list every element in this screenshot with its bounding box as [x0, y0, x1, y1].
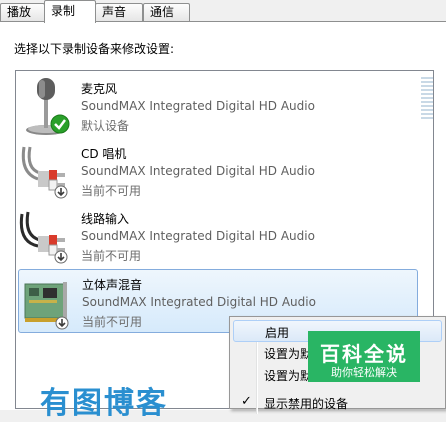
device-item-microphone[interactable]: 麦克风 SoundMAX Integrated Digital HD Audio…	[18, 74, 418, 138]
device-status: 当前不可用	[82, 315, 143, 329]
device-driver: SoundMAX Integrated Digital HD Audio	[81, 164, 315, 178]
device-status: 当前不可用	[81, 184, 142, 198]
unavailable-arrow-icon	[54, 185, 68, 199]
tab-communications[interactable]: 通信	[143, 3, 190, 21]
watermark-subtitle: 助你轻松解决	[331, 366, 397, 379]
instruction-text: 选择以下录制设备来修改设置:	[14, 42, 175, 56]
device-name: 立体声混音	[82, 278, 143, 292]
microphone-icon	[18, 74, 74, 138]
watermark-logo: 百科全说 助你轻松解决	[308, 331, 420, 382]
unavailable-arrow-icon	[54, 250, 68, 264]
menu-item-label: 启用	[265, 326, 290, 340]
sound-card-icon	[19, 270, 75, 334]
device-name: 线路输入	[81, 212, 130, 226]
device-driver: SoundMAX Integrated Digital HD Audio	[82, 295, 316, 309]
menu-item-label: 显示禁用的设备	[264, 397, 349, 411]
watermark-title: 百科全说	[320, 342, 408, 366]
rca-cable-icon	[18, 139, 74, 203]
menu-item-label: 设置为默	[264, 347, 313, 361]
checkmark-icon: ✓	[241, 394, 252, 409]
device-driver: SoundMAX Integrated Digital HD Audio	[81, 99, 315, 113]
menu-item-show-disabled[interactable]: ✓ 显示禁用的设备	[233, 392, 442, 414]
tab-strip: 播放 录制 声音 通信	[0, 0, 446, 23]
blog-watermark: 有图博客	[40, 386, 168, 421]
level-meter	[421, 77, 433, 119]
menu-item-label: 设置为默	[264, 369, 313, 383]
device-name: CD 唱机	[81, 147, 127, 161]
device-driver: SoundMAX Integrated Digital HD Audio	[81, 229, 315, 243]
device-item-cd-player[interactable]: CD 唱机 SoundMAX Integrated Digital HD Aud…	[18, 139, 418, 203]
default-check-icon	[50, 114, 70, 134]
unavailable-arrow-icon	[55, 316, 69, 330]
device-name: 麦克风	[81, 82, 118, 96]
tab-recording[interactable]: 录制	[44, 0, 96, 23]
rca-cable-icon	[18, 204, 74, 268]
device-status: 当前不可用	[81, 249, 142, 263]
tab-sounds[interactable]: 声音	[95, 3, 143, 21]
tab-playback[interactable]: 播放	[0, 3, 45, 21]
device-item-line-in[interactable]: 线路输入 SoundMAX Integrated Digital HD Audi…	[18, 204, 418, 268]
device-status: 默认设备	[81, 119, 130, 133]
